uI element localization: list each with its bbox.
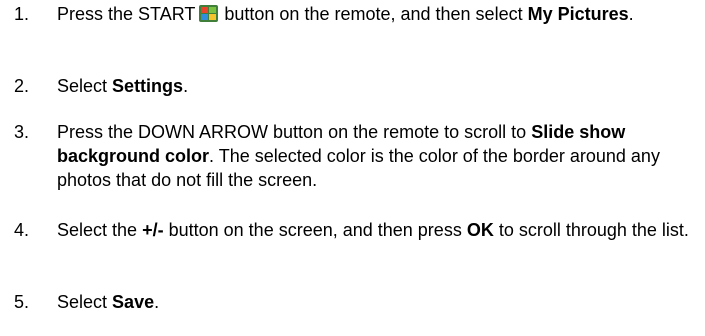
step-text: Select Settings. [57,74,697,98]
step-text-end: to scroll through the list. [498,220,689,240]
step-1: 1. Press the START button on the remote,… [14,2,694,56]
step-text-middle: button on the screen, and then press [168,220,462,240]
windows-start-icon [199,4,219,22]
step-number: 3. [14,122,30,142]
instruction-steps: 1. Press the START button on the remote,… [0,0,705,336]
step-3: 3. Press the DOWN ARROW button on the re… [14,120,694,200]
step-bold-text: My Pictures [527,4,629,24]
step-4: 4. Select the +/- button on the screen, … [14,218,694,272]
step-bold-text: Settings [112,76,184,96]
step-text-after-icon: button on the remote, and then select [224,4,523,24]
step-text-end: . [154,292,160,312]
step-number: 5. [14,292,30,312]
step-number: 1. [14,4,30,24]
step-bold-text: +/- [142,220,164,240]
step-5: 5. Select Save. [14,290,694,318]
step-text-end: . [183,76,189,96]
step-text: Press the START button on the remote, an… [57,2,697,26]
step-number: 2. [14,76,30,96]
step-text-before: Press the DOWN ARROW button on the remot… [57,122,527,142]
step-text: Select Save. [57,290,697,314]
step-bold-text: Save [112,292,155,312]
step-text-before: Select [57,292,108,312]
step-text-before-icon: Press the START [57,4,196,24]
step-number: 4. [14,220,30,240]
step-text-before: Select [57,76,108,96]
step-2: 2. Select Settings. [14,74,694,102]
step-text: Press the DOWN ARROW button on the remot… [57,120,697,192]
step-text-end: . [628,4,634,24]
step-text: Select the +/- button on the screen, and… [57,218,697,242]
step-bold-text: OK [466,220,494,240]
step-text-before: Select the [57,220,138,240]
